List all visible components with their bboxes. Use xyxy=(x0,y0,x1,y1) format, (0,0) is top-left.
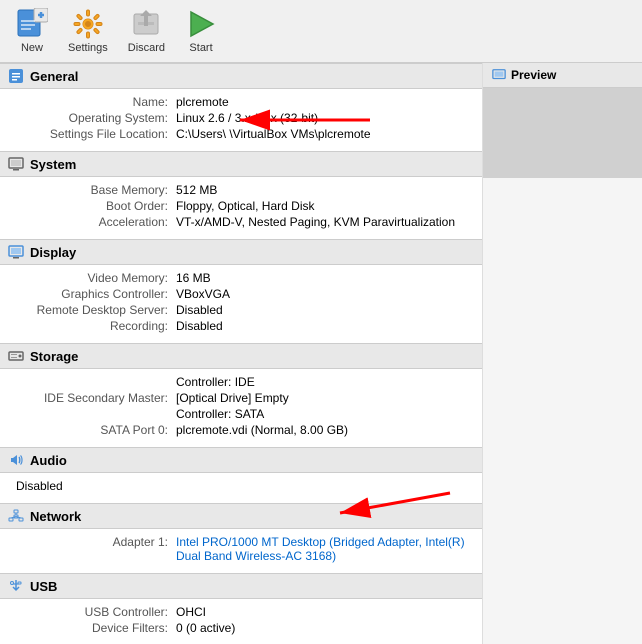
memory-value: 512 MB xyxy=(176,183,466,197)
settings-button[interactable]: Settings xyxy=(60,4,116,58)
new-button[interactable]: New xyxy=(8,4,56,58)
toolbar: New Settings xyxy=(0,0,642,63)
remote-value: Disabled xyxy=(176,303,466,317)
accel-value: VT-x/AMD-V, Nested Paging, KVM Paravirtu… xyxy=(176,215,466,229)
storage-header: Storage xyxy=(30,349,78,364)
graphics-value: VBoxVGA xyxy=(176,287,466,301)
system-icon xyxy=(8,156,24,172)
usb-header: USB xyxy=(30,579,57,594)
general-header: General xyxy=(30,69,78,84)
audio-value: Disabled xyxy=(16,479,466,493)
sata-label: SATA Port 0: xyxy=(16,423,176,437)
adapter-label: Adapter 1: xyxy=(16,535,176,549)
ctrl2-value: Controller: SATA xyxy=(176,407,466,421)
system-header: System xyxy=(30,157,76,172)
network-icon xyxy=(8,508,24,524)
accel-label: Acceleration: xyxy=(16,215,176,229)
network-section: Network Adapter 1: Intel PRO/1000 MT Des… xyxy=(0,503,482,573)
ide-sec-label: IDE Secondary Master: xyxy=(16,391,176,405)
boot-value: Floppy, Optical, Hard Disk xyxy=(176,199,466,213)
os-label: Operating System: xyxy=(16,111,176,125)
display-icon xyxy=(8,244,24,260)
os-value: Linux 2.6 / 3.x / 4.x (32-bit) xyxy=(176,111,466,125)
audio-header: Audio xyxy=(30,453,67,468)
sata-value: plcremote.vdi (Normal, 8.00 GB) xyxy=(176,423,466,437)
usb-filters-value: 0 (0 active) xyxy=(176,621,466,635)
preview-header: Preview xyxy=(511,68,556,82)
display-section: Display Video Memory: 16 MB Graphics Con… xyxy=(0,239,482,343)
settings-file-label: Settings File Location: xyxy=(16,127,176,141)
storage-icon xyxy=(8,348,24,364)
audio-section: Audio Disabled xyxy=(0,447,482,503)
video-label: Video Memory: xyxy=(16,271,176,285)
discard-button[interactable]: Discard xyxy=(120,4,173,58)
usb-section: USB USB Controller: OHCI Device Filters:… xyxy=(0,573,482,644)
graphics-label: Graphics Controller: xyxy=(16,287,176,301)
adapter-value: Intel PRO/1000 MT Desktop (Bridged Adapt… xyxy=(176,535,466,563)
system-section: System Base Memory: 512 MB Boot Order: F… xyxy=(0,151,482,239)
ctrl1-value: Controller: IDE xyxy=(176,375,466,389)
recording-label: Recording: xyxy=(16,319,176,333)
name-label: Name: xyxy=(16,95,176,109)
recording-value: Disabled xyxy=(176,319,466,333)
video-value: 16 MB xyxy=(176,271,466,285)
boot-label: Boot Order: xyxy=(16,199,176,213)
memory-label: Base Memory: xyxy=(16,183,176,197)
network-header: Network xyxy=(30,509,81,524)
audio-icon xyxy=(8,452,24,468)
storage-section: Storage Controller: IDE IDE Secondary Ma… xyxy=(0,343,482,447)
usb-controller-value: OHCI xyxy=(176,605,466,619)
settings-file-value: C:\Users\ \VirtualBox VMs\plcremote xyxy=(176,127,466,141)
ide-sec-value: [Optical Drive] Empty xyxy=(176,391,466,405)
general-section: General Name: plcremote Operating System… xyxy=(0,63,482,151)
usb-controller-label: USB Controller: xyxy=(16,605,176,619)
preview-panel: Preview xyxy=(482,63,642,644)
usb-filters-label: Device Filters: xyxy=(16,621,176,635)
remote-label: Remote Desktop Server: xyxy=(16,303,176,317)
name-value: plcremote xyxy=(176,95,466,109)
preview-body xyxy=(483,88,642,178)
preview-icon xyxy=(491,67,507,83)
start-button[interactable]: Start xyxy=(177,4,225,58)
general-icon xyxy=(8,68,24,84)
display-header: Display xyxy=(30,245,76,260)
usb-icon xyxy=(8,578,24,594)
